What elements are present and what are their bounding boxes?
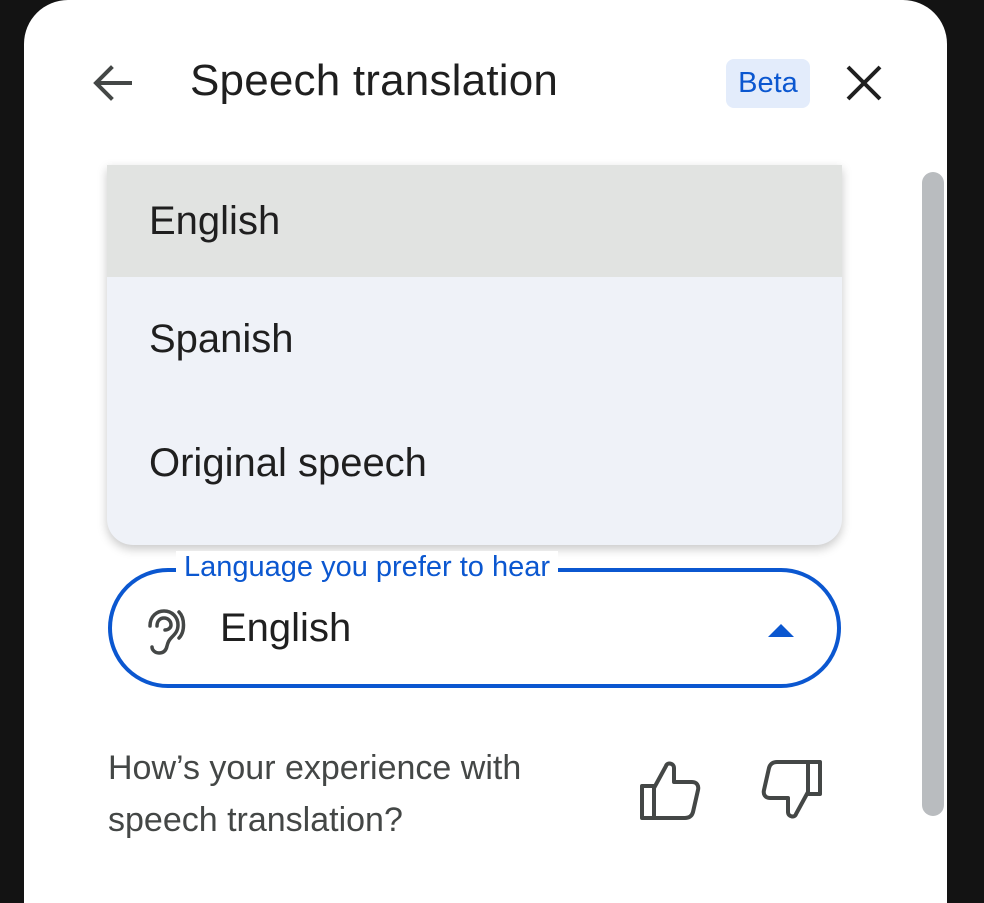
thumbs-down-button[interactable]	[758, 756, 826, 824]
back-button[interactable]	[84, 55, 140, 111]
caret-up-icon	[768, 624, 794, 637]
selected-language-value: English	[220, 606, 352, 650]
thumb-up-icon	[640, 761, 701, 820]
feedback-question: How’s your experience with speech transl…	[108, 749, 522, 839]
scrollbar[interactable]	[922, 172, 944, 816]
menu-item-label: English	[149, 198, 281, 243]
menu-item-original-speech[interactable]: Original speech	[107, 401, 842, 525]
language-dropdown-menu: English Spanish Original speech	[107, 165, 842, 545]
thumb-down-icon	[761, 760, 822, 819]
thumbs-up-button[interactable]	[636, 756, 704, 824]
close-button[interactable]	[836, 55, 892, 111]
field-label: Language you prefer to hear	[176, 551, 558, 584]
page-title: Speech translation	[190, 56, 559, 105]
menu-item-english[interactable]: English	[107, 165, 842, 277]
menu-item-label: Original speech	[149, 440, 427, 485]
language-select-field[interactable]: Language you prefer to hear English	[108, 551, 841, 688]
hearing-icon	[148, 609, 186, 655]
beta-badge: Beta	[726, 59, 810, 108]
menu-item-label: Spanish	[149, 317, 294, 361]
speech-translation-panel: Speech translation Beta English Spanish …	[24, 0, 947, 903]
arrow-back-icon	[93, 65, 132, 101]
close-icon	[846, 65, 882, 101]
menu-item-spanish[interactable]: Spanish	[107, 278, 842, 401]
